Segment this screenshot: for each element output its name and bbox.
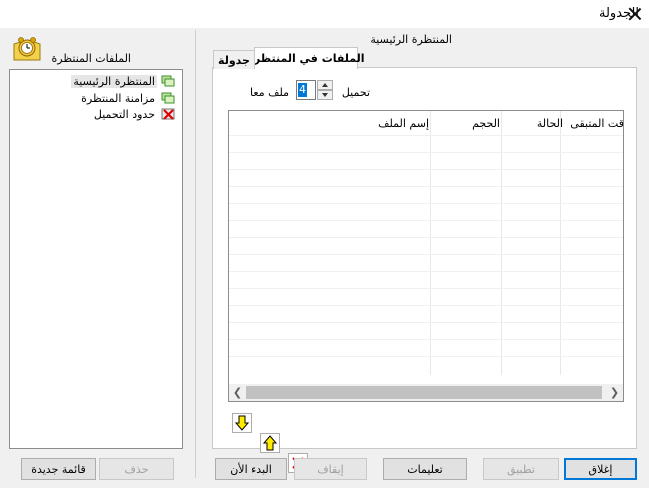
close-button[interactable]: إغلاق (564, 458, 637, 480)
horizontal-scrollbar[interactable]: ❮ ❯ (229, 384, 623, 401)
row-line (229, 135, 623, 136)
panel-divider (195, 30, 196, 478)
chevron-up-icon (322, 83, 328, 87)
stepper-down-button[interactable] (317, 90, 333, 100)
title-bar (0, 0, 649, 28)
concurrent-files-input[interactable]: 4 (296, 80, 316, 100)
stop-button[interactable]: إيقاف (294, 458, 367, 480)
start-now-button[interactable]: البدء الأن (215, 458, 287, 480)
column-header-filename[interactable]: إسم الملف (233, 111, 429, 135)
queue-icon (161, 75, 176, 88)
arrow-up-icon (262, 435, 278, 451)
column-separator (501, 111, 502, 375)
tree-item-sync-queue[interactable]: مزامنة المنتظرة (79, 90, 176, 106)
row-line (229, 322, 623, 323)
column-header-remaining-time[interactable]: قت المتبقى (564, 111, 623, 135)
row-line (229, 152, 623, 153)
arrow-down-icon (234, 415, 250, 431)
concurrent-files-stepper[interactable] (317, 80, 333, 100)
apply-button[interactable]: تطبيق (483, 458, 559, 480)
new-list-button[interactable]: قائمة جديدة (21, 458, 96, 480)
close-icon[interactable] (626, 5, 644, 23)
queue-tree[interactable]: المنتظرة الرئيسية مزامنة المنتظرة حدود ا… (9, 69, 183, 449)
scrollbar-thumb[interactable] (246, 386, 602, 399)
tree-item-label: المنتظرة الرئيسية (71, 74, 157, 88)
row-line (229, 169, 623, 170)
chevron-down-icon (322, 93, 328, 97)
row-line (229, 339, 623, 340)
move-up-button[interactable] (260, 433, 280, 453)
queued-files-list[interactable]: قت المتبقى الحالة الحجم إسم الملف ❮ ❯ (228, 110, 624, 402)
row-line (229, 288, 623, 289)
files-at-once-label: ملف معا (250, 86, 289, 99)
queue-icon (161, 92, 176, 105)
tree-item-main-queue[interactable]: المنتظرة الرئيسية (71, 73, 176, 89)
help-button[interactable]: تعليمات (383, 458, 467, 480)
tab-schedule[interactable]: جدولة (213, 50, 255, 69)
row-line (229, 237, 623, 238)
scroll-right-icon[interactable]: ❯ (606, 384, 623, 401)
tab-queued-files[interactable]: الملفات في المنتظرة (247, 47, 365, 69)
row-line (229, 254, 623, 255)
row-line (229, 186, 623, 187)
tree-item-label: مزامنة المنتظرة (81, 91, 155, 105)
panel-title: المنتظرة الرئيسية (370, 33, 452, 46)
concurrent-files-value: 4 (298, 83, 307, 97)
tree-item-label: حدود التحميل (93, 107, 155, 121)
row-line (229, 356, 623, 357)
delete-list-button[interactable]: حذف (99, 458, 174, 480)
sidebar-title: الملفات المنتظرة (51, 52, 131, 65)
tree-item-download-limits[interactable]: حدود التحميل (92, 106, 176, 122)
column-header-size[interactable]: الحجم (434, 111, 500, 135)
column-header-status[interactable]: الحالة (505, 111, 563, 135)
alarm-clock-icon (12, 34, 42, 64)
row-line (229, 203, 623, 204)
row-line (229, 220, 623, 221)
row-line (229, 305, 623, 306)
column-separator (560, 111, 561, 375)
column-separator (430, 111, 431, 375)
download-label: تحميل (341, 86, 370, 99)
row-line (229, 271, 623, 272)
move-down-button[interactable] (232, 413, 252, 433)
stepper-up-button[interactable] (317, 80, 333, 90)
limit-icon (161, 108, 176, 121)
scroll-left-icon[interactable]: ❮ (229, 384, 246, 401)
